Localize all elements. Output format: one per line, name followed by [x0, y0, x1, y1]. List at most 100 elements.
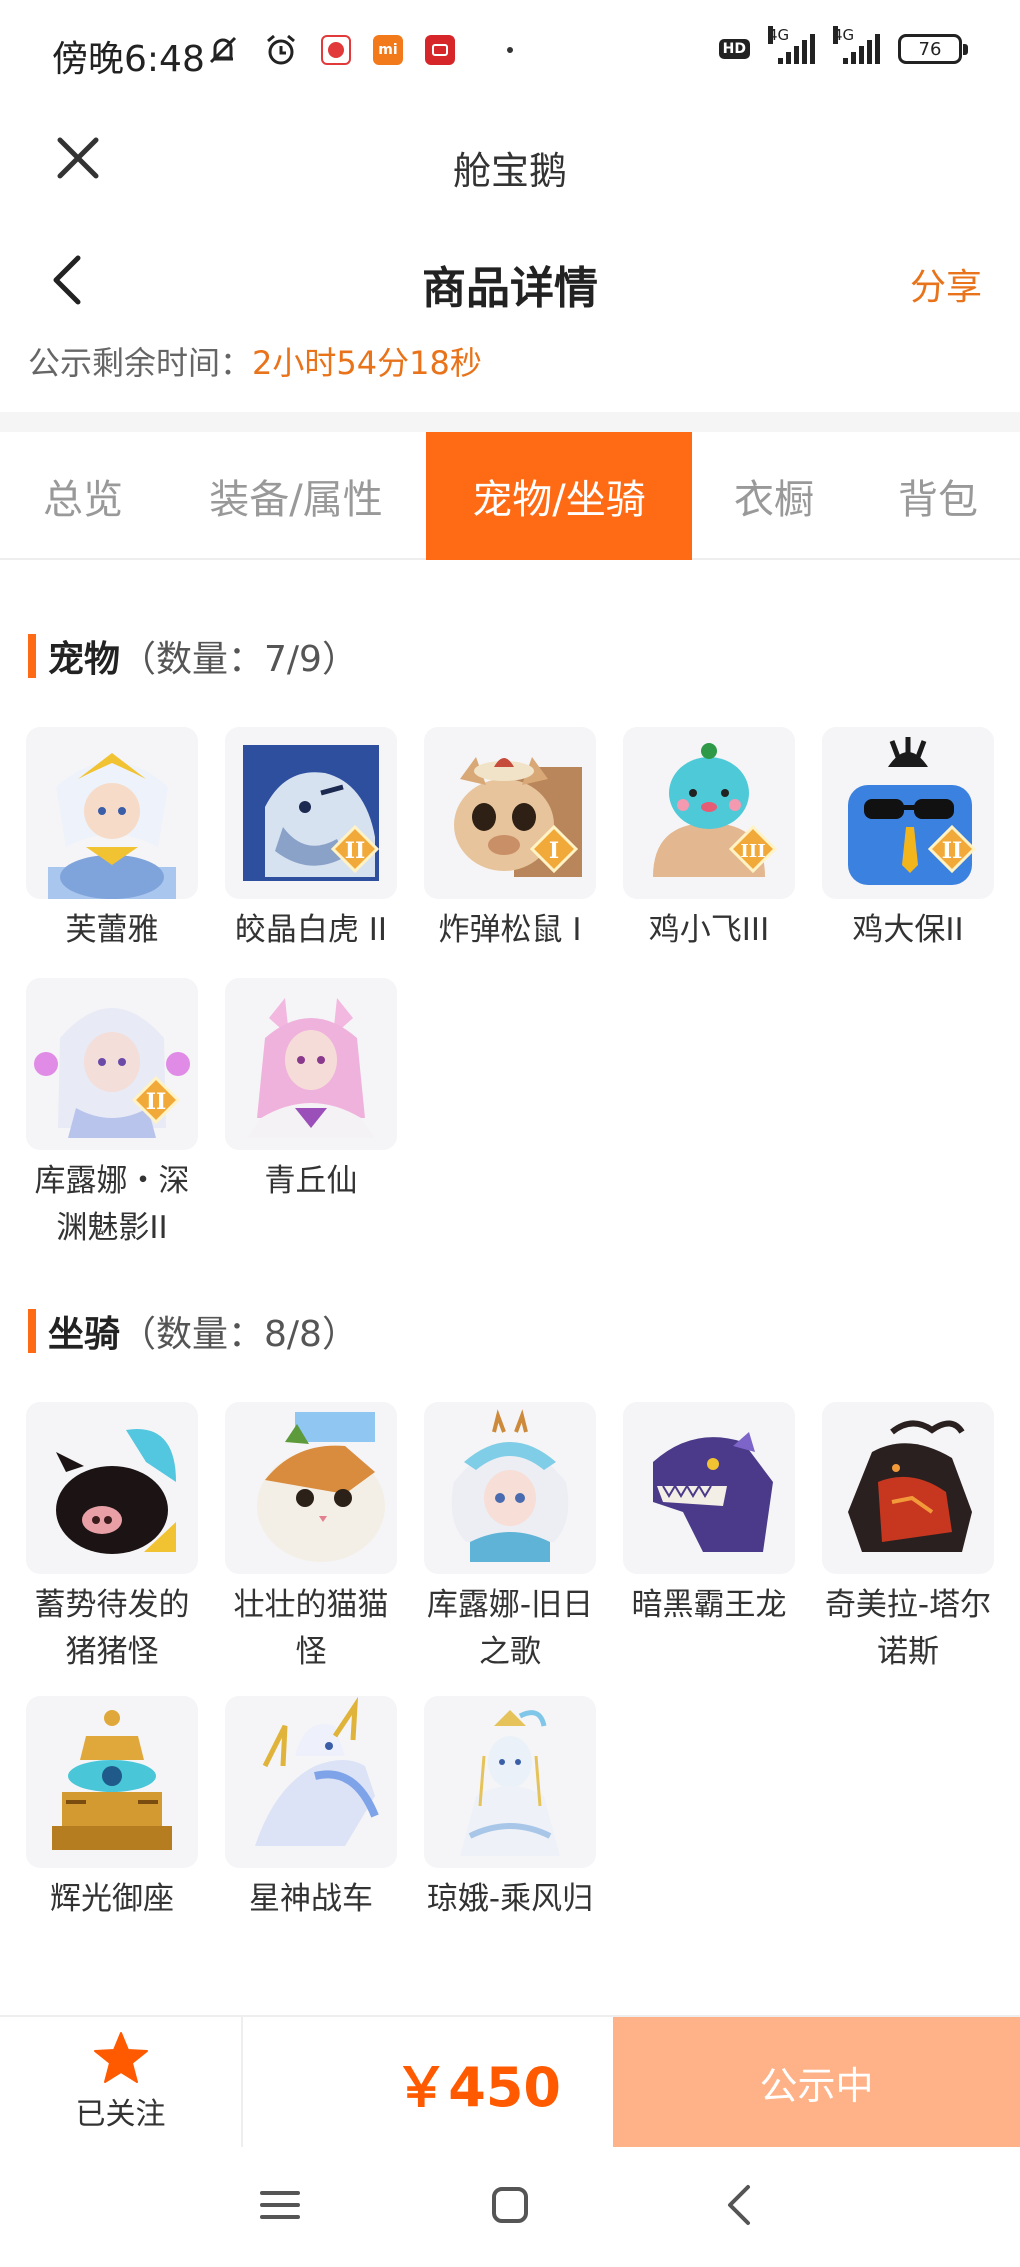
mount-item[interactable]: 库露娜-旧日之歌 — [424, 1402, 596, 1676]
home-square-icon — [492, 2187, 528, 2223]
system-navigation-bar — [0, 2145, 1020, 2267]
tab-backpack[interactable]: 背包 — [856, 432, 1020, 560]
mounts-section-title: 坐骑 （数量：8/8） — [28, 1305, 358, 1357]
bottom-action-bar: 已关注 ￥450 公示中 — [0, 2015, 1020, 2147]
mount-thumbnail — [26, 1696, 198, 1868]
mount-item[interactable]: 辉光御座 — [26, 1696, 198, 1923]
pet-item[interactable]: I 炸弹松鼠 I — [424, 727, 596, 954]
pet-thumbnail: II — [225, 727, 397, 899]
tab-bar: 总览 装备/属性 宠物/坐骑 衣橱 背包 — [0, 432, 1020, 560]
mount-name: 奇美拉-塔尔诺斯 — [824, 1587, 992, 1670]
mount-thumbnail — [26, 1402, 198, 1574]
app-header: 舱宝鹅 — [0, 110, 1020, 230]
tab-pets-mounts[interactable]: 宠物/坐骑 — [426, 432, 692, 560]
mount-item[interactable]: 蓄势待发的猪猪怪 — [26, 1402, 198, 1676]
pet-name: 青丘仙 — [264, 1163, 358, 1199]
menu-icon — [260, 2191, 300, 2219]
mute-bell-icon — [205, 32, 241, 68]
page-title: 商品详情 — [422, 263, 598, 314]
pet-name: 皎晶白虎 II — [234, 912, 388, 948]
status-bar: 傍晚6:48 mi HD 4G 4G 76 — [0, 0, 1020, 110]
mounts-count: （数量：8/8） — [120, 1314, 358, 1355]
app-notification-icon-1 — [321, 35, 351, 65]
svg-text:I: I — [549, 838, 559, 864]
pets-grid: 芙蕾雅 II 皎晶白虎 II I 炸弹松鼠 I III 鸡小飞III II 鸡大… — [26, 727, 996, 1252]
mount-name: 壮壮的猫猫怪 — [233, 1587, 389, 1670]
pet-name: 鸡小飞III — [648, 912, 770, 948]
app-title: 舱宝鹅 — [452, 149, 567, 193]
status-notification-icons: mi — [205, 32, 513, 68]
section-accent-bar — [28, 1309, 36, 1353]
countdown-value: 2小时54分18秒 — [252, 344, 482, 382]
price: ￥450 — [394, 2055, 561, 2119]
pet-name: 鸡大保II — [852, 912, 964, 948]
pet-item[interactable]: II 皎晶白虎 II — [225, 727, 397, 954]
mount-name: 蓄势待发的猪猪怪 — [34, 1587, 190, 1670]
system-back-button[interactable] — [710, 2175, 770, 2235]
countdown: 公示剩余时间：2小时54分18秒 — [28, 338, 482, 384]
pet-thumbnail: II — [26, 978, 198, 1150]
pet-thumbnail — [225, 978, 397, 1150]
countdown-label: 公示剩余时间： — [28, 344, 253, 382]
mount-name: 星神战车 — [249, 1881, 373, 1917]
share-button[interactable]: 分享 — [910, 258, 982, 310]
shopping-app-icon — [425, 35, 455, 65]
tab-equipment[interactable]: 装备/属性 — [166, 432, 426, 560]
hd-voice-icon: HD — [718, 39, 750, 59]
mount-thumbnail — [225, 1696, 397, 1868]
mount-name: 辉光御座 — [50, 1881, 174, 1917]
alarm-clock-icon — [263, 32, 299, 68]
battery-icon: 76 — [898, 34, 968, 64]
pets-count: （数量：7/9） — [120, 639, 358, 680]
pet-thumbnail — [26, 727, 198, 899]
svg-text:III: III — [740, 841, 765, 862]
mount-thumbnail — [225, 1402, 397, 1574]
mount-name: 库露娜-旧日之歌 — [426, 1587, 594, 1670]
menu-button[interactable] — [250, 2175, 310, 2235]
pet-item[interactable]: 芙蕾雅 — [26, 727, 198, 954]
divider — [0, 412, 1020, 432]
mount-thumbnail — [424, 1696, 596, 1868]
pet-thumbnail: III — [623, 727, 795, 899]
status-time: 傍晚6:48 — [52, 39, 205, 80]
back-chevron-icon — [728, 2185, 750, 2225]
pet-item[interactable]: 青丘仙 — [225, 978, 397, 1252]
mount-thumbnail — [822, 1402, 994, 1574]
mounts-title: 坐骑 — [48, 1314, 121, 1355]
pet-item[interactable]: II 鸡大保II — [822, 727, 994, 954]
mount-item[interactable]: 暗黑霸王龙 — [623, 1402, 795, 1676]
status-system-icons: HD 4G 4G 76 — [718, 26, 968, 64]
tab-overview[interactable]: 总览 — [0, 432, 166, 560]
mount-item[interactable]: 星神战车 — [225, 1696, 397, 1923]
signal-strength-icon-1: 4G — [768, 26, 815, 64]
page-nav: 商品详情 分享 — [0, 230, 1020, 330]
mount-item[interactable]: 奇美拉-塔尔诺斯 — [822, 1402, 994, 1676]
section-accent-bar — [28, 634, 36, 678]
svg-text:II: II — [345, 838, 366, 864]
mount-name: 琼娥-乘风归 — [426, 1881, 594, 1917]
tab-wardrobe[interactable]: 衣橱 — [692, 432, 856, 560]
mount-thumbnail — [424, 1402, 596, 1574]
follow-label: 已关注 — [75, 2097, 166, 2132]
pet-item[interactable]: III 鸡小飞III — [623, 727, 795, 954]
svg-text:II: II — [942, 838, 963, 864]
mi-app-icon: mi — [373, 35, 403, 65]
pet-name: 库露娜・深渊魅影II — [34, 1163, 190, 1246]
pet-name: 炸弹松鼠 I — [438, 912, 582, 948]
mount-item[interactable]: 琼娥-乘风归 — [424, 1696, 596, 1923]
home-button[interactable] — [480, 2175, 540, 2235]
pet-name: 芙蕾雅 — [65, 912, 159, 948]
pets-section-title: 宠物 （数量：7/9） — [28, 630, 358, 682]
pets-title: 宠物 — [48, 639, 121, 680]
public-notice-button[interactable]: 公示中 — [613, 2017, 1020, 2147]
signal-strength-icon-2: 4G — [833, 26, 880, 64]
mount-item[interactable]: 壮壮的猫猫怪 — [225, 1402, 397, 1676]
mount-thumbnail — [623, 1402, 795, 1574]
pet-item[interactable]: II 库露娜・深渊魅影II — [26, 978, 198, 1252]
pet-thumbnail: I — [424, 727, 596, 899]
more-notifications-dot — [507, 47, 513, 53]
star-icon — [93, 2032, 148, 2083]
svg-text:II: II — [146, 1089, 167, 1115]
pet-thumbnail: II — [822, 727, 994, 899]
follow-button[interactable]: 已关注 — [0, 2017, 243, 2147]
